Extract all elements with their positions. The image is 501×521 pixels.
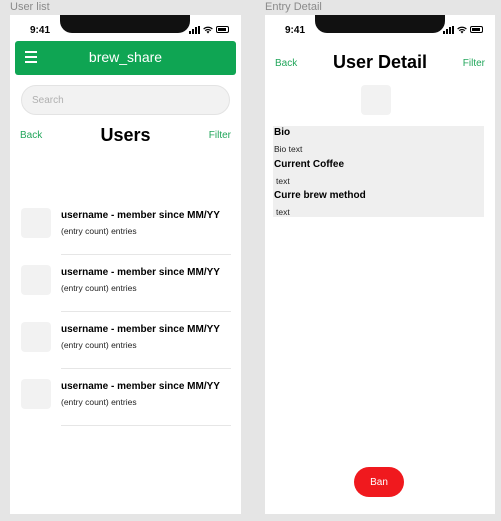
app-bar: brew_share <box>15 41 236 75</box>
filter-button[interactable]: Filter <box>463 58 485 69</box>
user-entry-count: (entry count) entries <box>61 340 137 350</box>
status-time: 9:41 <box>30 25 51 36</box>
battery-icon <box>216 26 229 33</box>
current-coffee-label: Current Coffee <box>274 159 345 170</box>
wifi-icon <box>203 26 213 33</box>
bio-label: Bio <box>274 127 291 138</box>
avatar <box>361 85 391 115</box>
list-item[interactable]: username - member since MM/YY (entry cou… <box>21 208 231 264</box>
signal-icon <box>443 25 454 34</box>
user-list-screen: 9:41 brew_share Search Back Users Filter… <box>10 15 241 514</box>
ban-button[interactable]: Ban <box>354 467 404 497</box>
detail-panel: Bio Bio text Current Coffee text Curre b… <box>273 126 484 217</box>
user-entry-count: (entry count) entries <box>61 283 137 293</box>
app-title: brew_share <box>88 49 163 65</box>
status-icons <box>189 25 229 34</box>
list-item[interactable]: username - member since MM/YY (entry cou… <box>21 379 231 435</box>
signal-icon <box>189 25 200 34</box>
device-notch <box>315 15 445 33</box>
divider <box>61 425 231 426</box>
list-item[interactable]: username - member since MM/YY (entry cou… <box>21 322 231 378</box>
user-name: username - member since MM/YY <box>61 381 220 392</box>
brew-method-label: Curre brew method <box>274 190 366 201</box>
user-entry-count: (entry count) entries <box>61 226 137 236</box>
avatar <box>21 322 51 352</box>
page-title: Users <box>100 125 151 145</box>
frame-label-user-list: User list <box>10 1 50 13</box>
battery-icon <box>470 26 483 33</box>
frame-label-entry-detail: Entry Detail <box>265 1 322 13</box>
status-icons <box>443 25 483 34</box>
divider <box>61 254 231 255</box>
bio-value: Bio text <box>274 144 303 154</box>
user-detail-screen: 9:41 Back User Detail Filter Bio Bio tex… <box>265 15 495 514</box>
filter-button[interactable]: Filter <box>209 130 231 141</box>
list-item[interactable]: username - member since MM/YY (entry cou… <box>21 265 231 321</box>
current-coffee-value: text <box>276 176 290 186</box>
avatar <box>21 379 51 409</box>
user-name: username - member since MM/YY <box>61 267 220 278</box>
wifi-icon <box>457 26 467 33</box>
divider <box>61 368 231 369</box>
status-time: 9:41 <box>285 25 306 36</box>
user-name: username - member since MM/YY <box>61 210 220 221</box>
device-notch <box>60 15 190 33</box>
divider <box>61 311 231 312</box>
avatar <box>21 208 51 238</box>
search-input[interactable]: Search <box>21 85 230 115</box>
avatar <box>21 265 51 295</box>
brew-method-value: text <box>276 207 290 217</box>
page-title: User Detail <box>332 52 428 72</box>
user-entry-count: (entry count) entries <box>61 397 137 407</box>
user-name: username - member since MM/YY <box>61 324 220 335</box>
